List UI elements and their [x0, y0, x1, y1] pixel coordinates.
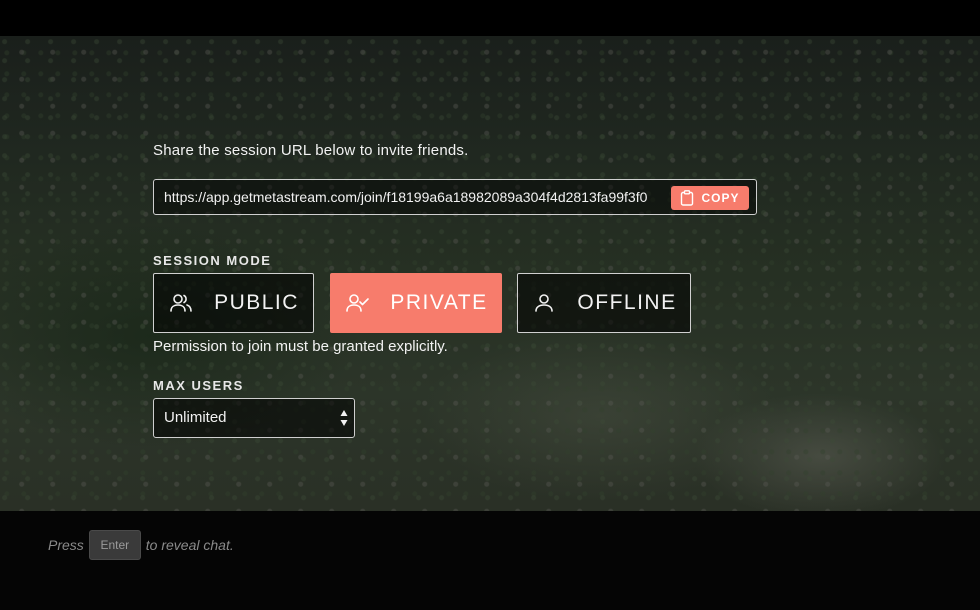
copy-button-label: COPY [701, 191, 740, 205]
chat-hint: Press Enter to reveal chat. [48, 530, 234, 560]
copy-button[interactable]: COPY [671, 186, 749, 210]
mode-offline-button[interactable]: OFFLINE [517, 273, 691, 333]
chat-hint-prefix: Press [48, 537, 84, 553]
max-users-select[interactable]: Unlimited [153, 398, 355, 438]
users-icon [170, 294, 192, 312]
mode-private-label: PRIVATE [390, 291, 488, 314]
chat-bar [0, 511, 980, 610]
user-check-icon [346, 294, 370, 312]
top-bar [0, 0, 980, 36]
invite-instruction: Share the session URL below to invite fr… [153, 142, 469, 159]
mode-public-button[interactable]: PUBLIC [153, 273, 314, 333]
mode-private-button[interactable]: PRIVATE [330, 273, 502, 333]
enter-key-badge: Enter [88, 530, 141, 560]
session-url-input[interactable] [164, 180, 674, 214]
session-mode-description: Permission to join must be granted expli… [153, 338, 448, 355]
session-url-field[interactable]: COPY [153, 179, 757, 215]
chat-hint-suffix: to reveal chat. [145, 537, 234, 553]
mode-offline-label: OFFLINE [577, 291, 677, 314]
mode-public-label: PUBLIC [214, 291, 299, 314]
max-users-value: Unlimited [164, 409, 227, 426]
user-icon [535, 294, 554, 312]
clipboard-icon [681, 190, 694, 206]
session-mode-label: SESSION MODE [153, 253, 272, 268]
max-users-label: MAX USERS [153, 378, 244, 393]
select-arrows-icon [340, 410, 348, 426]
